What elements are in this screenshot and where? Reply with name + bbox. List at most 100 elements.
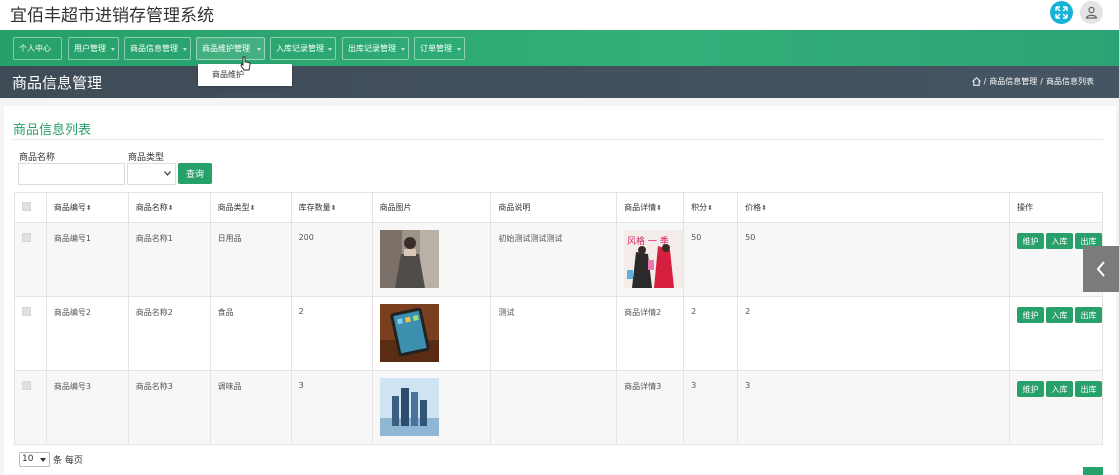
cell-code: 商品编号3	[45, 370, 129, 445]
page-size-suffix: 条 每页	[53, 456, 83, 466]
cell-detail: 商品详情3	[616, 370, 685, 445]
table-row: 商品编号3 商品名称3 调味品 3 商品详情3 3 3 维护 入库 出库	[14, 370, 1103, 445]
sort-icon: ⬍	[761, 204, 767, 212]
caret-down-icon	[328, 48, 332, 51]
nav-item-product-maintenance[interactable]: 商品维护管理	[196, 37, 265, 60]
product-image-cosmetics[interactable]	[379, 378, 439, 436]
chevron-left-icon	[1096, 261, 1105, 277]
caret-down-icon	[457, 48, 461, 51]
cell-price: 2	[737, 296, 1010, 371]
sort-icon: ⬍	[330, 204, 337, 212]
row-actions: 维护 入库 出库	[1017, 307, 1102, 323]
cell-code: 商品编号2	[45, 296, 129, 371]
select-all-checkbox[interactable]	[22, 202, 31, 211]
nav-item-stock-in-records[interactable]: 入库记录管理	[270, 37, 336, 60]
app-title: 宜佰丰超市进销存管理系统	[10, 6, 214, 26]
list-title: 商品信息列表	[13, 123, 92, 138]
caret-down-icon	[183, 48, 187, 51]
chevron-down-icon	[40, 458, 46, 462]
cell-description	[490, 370, 618, 445]
pagination: 10 条 每页	[19, 452, 83, 467]
back-to-top-button[interactable]	[1083, 467, 1103, 475]
cell-stock: 3	[290, 370, 373, 445]
column-header-price[interactable]: 价格⬍	[737, 192, 1010, 223]
stock-out-button[interactable]: 出库	[1075, 307, 1102, 323]
expand-icon	[1055, 6, 1068, 19]
cell-points: 3	[683, 370, 739, 445]
product-type-select[interactable]	[127, 163, 176, 185]
cell-name: 商品名称1	[127, 222, 211, 297]
column-header-code[interactable]: 商品编号⬍	[45, 192, 129, 223]
query-button[interactable]: 查询	[178, 163, 212, 184]
cell-type: 日用品	[209, 222, 292, 297]
stock-out-button[interactable]: 出库	[1075, 381, 1102, 397]
cell-price: 50	[737, 222, 1010, 297]
row-checkbox[interactable]	[22, 381, 31, 390]
breadcrumb-separator: /	[983, 77, 987, 86]
page-size-select[interactable]: 10	[19, 452, 50, 467]
cell-points: 2	[683, 296, 739, 371]
divider	[13, 139, 1103, 140]
maintain-button[interactable]: 维护	[1017, 233, 1044, 249]
row-checkbox[interactable]	[22, 307, 31, 316]
product-image-dress[interactable]	[379, 230, 439, 288]
column-header-detail[interactable]: 商品详情⬍	[616, 192, 685, 223]
cell-stock: 2	[290, 296, 373, 371]
column-header-actions: 操作	[1009, 192, 1103, 223]
sort-icon: ⬍	[656, 204, 662, 212]
cell-name: 商品名称3	[127, 370, 211, 445]
table-row: 商品编号1 商品名称1 日用品 200 初始测试测试测试 风格 一 季 50 5…	[14, 222, 1103, 297]
product-image-tablet[interactable]	[379, 304, 439, 362]
column-header-stock[interactable]: 库存数量⬍	[290, 192, 373, 223]
cell-type: 调味品	[209, 370, 292, 445]
sort-icon: ⬍	[85, 204, 92, 212]
column-header-points[interactable]: 积分⬍	[683, 192, 739, 223]
cell-name: 商品名称2	[127, 296, 211, 371]
home-icon[interactable]	[971, 77, 981, 86]
cell-price: 3	[737, 370, 1010, 445]
caret-down-icon	[401, 48, 405, 51]
page-title: 商品信息管理	[12, 74, 103, 92]
product-type-label: 商品类型	[128, 153, 165, 163]
maintain-button[interactable]: 维护	[1017, 307, 1044, 323]
user-icon	[1085, 6, 1098, 19]
breadcrumb-separator: /	[1040, 77, 1043, 86]
cell-stock: 200	[290, 222, 373, 297]
sort-icon: ⬍	[707, 204, 713, 212]
cell-type: 食品	[209, 296, 292, 371]
breadcrumb: / 商品信息管理 / 商品信息列表	[971, 76, 1094, 87]
nav-item-order-management[interactable]: 订单管理	[414, 37, 465, 60]
stock-in-button[interactable]: 入库	[1046, 307, 1073, 323]
sort-icon: ⬍	[167, 204, 174, 212]
maintain-button[interactable]: 维护	[1017, 381, 1044, 397]
product-name-label: 商品名称	[19, 153, 56, 163]
side-panel-toggle[interactable]	[1083, 246, 1119, 292]
select-all-cell	[14, 192, 47, 223]
sort-icon: ⬍	[249, 204, 256, 212]
product-name-input[interactable]	[18, 163, 125, 185]
table-row: 商品编号2 商品名称2 食品 2 测试 商品详情2 2 2 维护 入库 出库	[14, 296, 1103, 371]
main-nav: 个人中心 用户管理 商品信息管理 商品维护管理 入库记录管理 出库记录管理 订单…	[0, 30, 1119, 66]
user-avatar-button[interactable]	[1080, 1, 1103, 24]
breadcrumb-item-product-info[interactable]: 商品信息管理	[989, 76, 1037, 87]
svg-text:风格 一 季: 风格 一 季	[627, 235, 669, 247]
hand-cursor-icon	[240, 56, 251, 71]
column-header-description: 商品说明	[490, 192, 618, 223]
fullscreen-button[interactable]	[1050, 1, 1073, 24]
nav-item-personal-center[interactable]: 个人中心	[13, 37, 62, 60]
column-header-name[interactable]: 商品名称⬍	[127, 192, 211, 223]
cell-description: 初始测试测试测试	[490, 222, 618, 297]
row-checkbox[interactable]	[22, 233, 31, 242]
table-header-row: 商品编号⬍ 商品名称⬍ 商品类型⬍ 库存数量⬍ 商品图片 商品说明 商品详情⬍ …	[14, 192, 1103, 223]
nav-item-product-info[interactable]: 商品信息管理	[124, 37, 191, 60]
stock-in-button[interactable]: 入库	[1046, 233, 1073, 249]
caret-down-icon	[111, 48, 115, 51]
column-header-type[interactable]: 商品类型⬍	[209, 192, 292, 223]
nav-item-stock-out-records[interactable]: 出库记录管理	[342, 37, 409, 60]
product-detail-poster[interactable]: 风格 一 季	[624, 230, 684, 288]
cell-description: 测试	[490, 296, 618, 371]
caret-down-icon	[257, 48, 261, 51]
stock-in-button[interactable]: 入库	[1046, 381, 1073, 397]
product-table: 商品编号⬍ 商品名称⬍ 商品类型⬍ 库存数量⬍ 商品图片 商品说明 商品详情⬍ …	[14, 192, 1103, 445]
nav-item-user-management[interactable]: 用户管理	[68, 37, 119, 60]
